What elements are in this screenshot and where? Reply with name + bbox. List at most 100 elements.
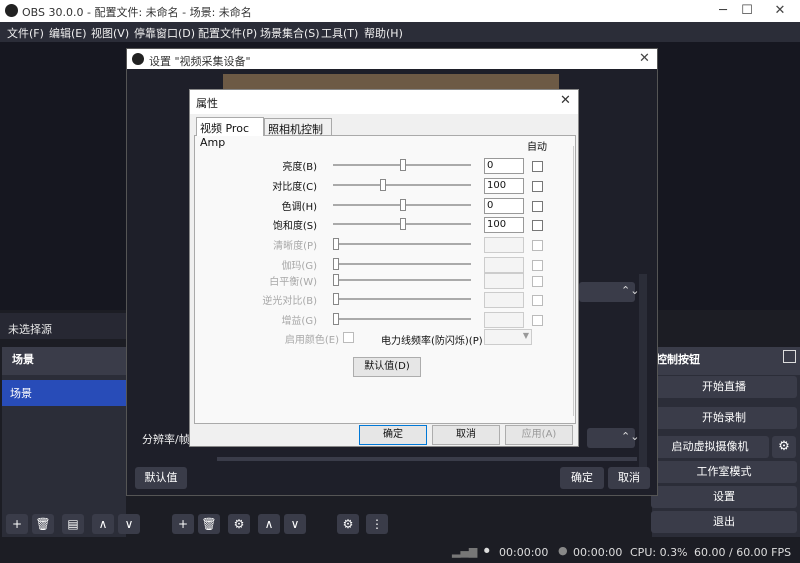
- property-label: 对比度(C): [272, 182, 317, 193]
- settings-defaults-button[interactable]: 默认值: [135, 467, 187, 489]
- auto-checkbox[interactable]: [532, 315, 543, 326]
- settings-button[interactable]: 设置: [651, 486, 797, 508]
- auto-checkbox[interactable]: [532, 295, 543, 306]
- settings-ok-button[interactable]: 确定: [560, 467, 604, 489]
- scene-filters-button[interactable]: ▤: [62, 514, 84, 534]
- property-slider[interactable]: [333, 238, 471, 250]
- enable-color-checkbox[interactable]: [343, 332, 354, 343]
- camera-preview-image: [223, 74, 559, 90]
- slider-thumb[interactable]: [400, 159, 406, 171]
- start-stream-button[interactable]: 开始直播: [651, 376, 797, 398]
- tab-camera-control[interactable]: 照相机控制: [264, 118, 332, 136]
- menu-edit[interactable]: 编辑(E): [49, 25, 87, 41]
- slider-thumb[interactable]: [333, 238, 339, 250]
- slider-thumb[interactable]: [400, 199, 406, 211]
- powerline-frequency-select[interactable]: ▼: [484, 329, 532, 345]
- stream-status-icon: ⏺: [484, 544, 490, 557]
- menu-bar: 文件(F) 编辑(E) 视图(V) 停靠窗口(D) 配置文件(P) 场景集合(S…: [0, 22, 800, 42]
- remove-source-button[interactable]: 🗑: [198, 514, 220, 534]
- property-value-spinbox[interactable]: [484, 292, 524, 308]
- enable-color-label: 启用颜色(E): [284, 335, 339, 346]
- virtual-camera-gear-icon[interactable]: ⚙: [772, 436, 796, 458]
- exit-button[interactable]: 退出: [651, 511, 797, 533]
- no-source-selected-label: 未选择源: [8, 323, 52, 336]
- slider-thumb[interactable]: [333, 258, 339, 270]
- close-icon[interactable]: ✕: [765, 2, 795, 20]
- property-slider[interactable]: [333, 199, 471, 211]
- property-value-spinbox[interactable]: 0: [484, 158, 524, 174]
- auto-checkbox[interactable]: [532, 161, 543, 172]
- source-properties-button[interactable]: ⚙: [228, 514, 250, 534]
- slider-thumb[interactable]: [379, 179, 386, 191]
- menu-view[interactable]: 视图(V): [91, 25, 129, 41]
- scene-down-button[interactable]: ∨: [118, 514, 140, 534]
- remove-scene-button[interactable]: 🗑: [32, 514, 54, 534]
- property-value-spinbox[interactable]: 100: [484, 178, 524, 194]
- undock-icon[interactable]: [783, 350, 796, 363]
- menu-tools[interactable]: 工具(T): [321, 25, 358, 41]
- settings-scrollbar[interactable]: [639, 274, 647, 484]
- cancel-button[interactable]: 取消: [432, 425, 500, 445]
- fps-readout: 60.00 / 60.00 FPS: [694, 546, 792, 559]
- stream-time: 00:00:00: [499, 546, 549, 559]
- property-label: 色调(H): [281, 202, 317, 213]
- scene-list-item[interactable]: 场景: [2, 380, 126, 406]
- scenes-header: 场景: [2, 347, 126, 375]
- slider-thumb[interactable]: [400, 218, 406, 230]
- property-slider[interactable]: [333, 179, 471, 191]
- chevron-down-icon: ▼: [522, 331, 529, 340]
- menu-file[interactable]: 文件(F): [7, 25, 44, 41]
- controls-header: 控制按钮: [652, 347, 800, 375]
- settings-dialog-titlebar: 设置 "视频采集设备" ✕: [127, 49, 657, 69]
- proc-amp-pane: 自动 亮度(B) 0 对比度(C) 100 色调(H) 0 饱和度(S) 100 清晰度(P) 伽…: [194, 135, 576, 424]
- slider-thumb[interactable]: [333, 293, 339, 305]
- property-value-spinbox[interactable]: [484, 312, 524, 328]
- menu-docks[interactable]: 停靠窗口(D): [134, 25, 195, 41]
- property-slider[interactable]: [333, 159, 471, 171]
- ok-button[interactable]: 确定: [359, 425, 427, 445]
- slider-thumb[interactable]: [333, 274, 339, 286]
- auto-checkbox[interactable]: [532, 201, 543, 212]
- defaults-button[interactable]: 默认值(D): [353, 357, 421, 377]
- property-label: 伽玛(G): [281, 261, 317, 272]
- auto-checkbox[interactable]: [532, 240, 543, 251]
- property-value-spinbox[interactable]: [484, 257, 524, 273]
- property-value-spinbox[interactable]: 0: [484, 198, 524, 214]
- property-slider[interactable]: [333, 274, 471, 286]
- scene-up-button[interactable]: ∧: [92, 514, 114, 534]
- property-label: 白平衡(W): [269, 277, 317, 288]
- audio-settings-button[interactable]: ⚙: [337, 514, 359, 534]
- property-value-spinbox[interactable]: 100: [484, 217, 524, 233]
- add-scene-button[interactable]: +: [6, 514, 28, 534]
- menu-scene-collection[interactable]: 场景集合(S): [260, 25, 320, 41]
- auto-checkbox[interactable]: [532, 220, 543, 231]
- audio-menu-button[interactable]: ⋮: [366, 514, 388, 534]
- property-slider[interactable]: [333, 218, 471, 230]
- menu-help[interactable]: 帮助(H): [364, 25, 403, 41]
- window-titlebar: OBS 30.0.0 - 配置文件: 未命名 - 场景: 未命名 ─ ☐ ✕: [0, 0, 800, 22]
- settings-cancel-button[interactable]: 取消: [608, 467, 650, 489]
- apply-button[interactable]: 应用(A): [505, 425, 573, 445]
- property-slider[interactable]: [333, 258, 471, 270]
- source-up-button[interactable]: ∧: [258, 514, 280, 534]
- start-record-button[interactable]: 开始录制: [651, 407, 797, 429]
- property-slider[interactable]: [333, 293, 471, 305]
- close-icon[interactable]: ✕: [639, 51, 650, 66]
- property-value-spinbox[interactable]: [484, 237, 524, 253]
- property-slider[interactable]: [333, 313, 471, 325]
- maximize-icon[interactable]: ☐: [732, 2, 762, 20]
- property-value-spinbox[interactable]: [484, 273, 524, 289]
- auto-checkbox[interactable]: [532, 276, 543, 287]
- close-icon[interactable]: ✕: [560, 93, 571, 108]
- settings-divider: [217, 457, 637, 461]
- tab-proc-amp[interactable]: 视频 Proc Amp: [196, 117, 264, 149]
- slider-thumb[interactable]: [333, 313, 339, 325]
- property-label: 饱和度(S): [272, 221, 317, 232]
- studio-mode-button[interactable]: 工作室模式: [651, 461, 797, 483]
- menu-profile[interactable]: 配置文件(P): [198, 25, 257, 41]
- source-down-button[interactable]: ∨: [284, 514, 306, 534]
- auto-checkbox[interactable]: [532, 181, 543, 192]
- auto-checkbox[interactable]: [532, 260, 543, 271]
- virtual-camera-button[interactable]: 启动虚拟摄像机: [651, 436, 769, 458]
- add-source-button[interactable]: +: [172, 514, 194, 534]
